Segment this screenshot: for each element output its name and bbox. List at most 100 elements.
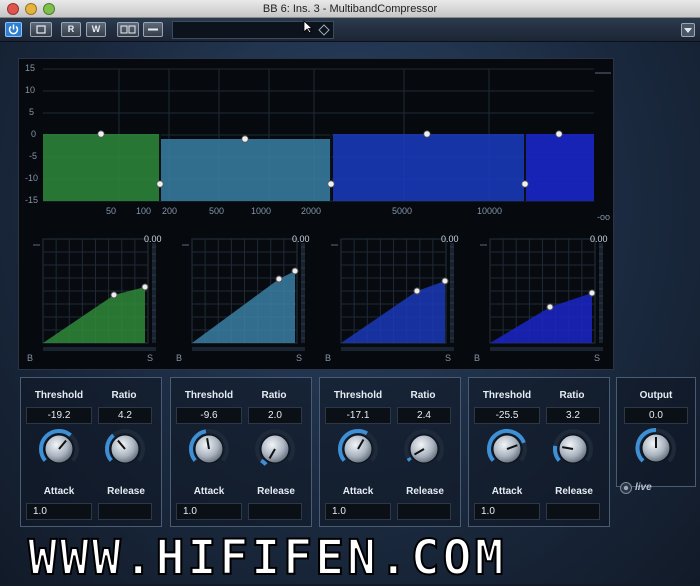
band-4-threshold-label: Threshold [482,390,532,401]
band-1-release-value[interactable] [98,503,152,520]
window-title: BB 6: Ins. 3 - MultibandCompressor [262,3,438,15]
band-1-attack-label: Attack [43,486,75,497]
power-button[interactable] [5,22,22,37]
curve-panel-2 [182,238,305,351]
band-1-ratio-value[interactable]: 4.2 [98,407,152,424]
band-2-threshold-knob[interactable] [184,424,234,474]
band-2-ratio-value[interactable]: 2.0 [248,407,302,424]
curve-panel-3 [331,238,454,351]
band-2-attack-value[interactable]: 1.0 [176,503,242,520]
db-tick: -5 [29,151,38,161]
output-label: Output [639,390,673,401]
freq-tick: 2000 [301,206,322,216]
output-value[interactable]: 0.0 [624,407,688,424]
band-2-ratio-knob[interactable] [250,424,300,474]
band-4-threshold-value[interactable]: -25.5 [474,407,540,424]
compare-button[interactable] [30,22,52,37]
band-3-release-label: Release [406,486,444,497]
frequency-band-display[interactable] [19,59,613,224]
band-4-ratio-value[interactable]: 3.2 [546,407,600,424]
curve-2-left-label: B [176,353,183,363]
output-knob[interactable] [631,423,681,473]
crossover-3-handle[interactable] [521,180,529,188]
diamond-icon [318,24,330,36]
freq-tick: 50 [106,206,117,216]
band-1-ratio-label: Ratio [111,390,137,401]
band-3-ratio-value[interactable]: 2.4 [397,407,451,424]
band-4-threshold-knob[interactable] [482,424,532,474]
power-icon [8,24,19,35]
band-1-release-label: Release [107,486,145,497]
freq-tick: 5000 [392,206,413,216]
plugin-toolbar: R W [0,18,700,42]
band-3-gain-handle[interactable] [423,130,431,138]
display-screen: 15 10 5 0 -5 -10 -15 50 100 200 500 1000… [18,58,614,370]
band-4-release-label: Release [555,486,593,497]
curve-1-left-label: B [27,353,34,363]
band-3-threshold-value[interactable]: -17.1 [325,407,391,424]
crossover-2-handle[interactable] [327,180,335,188]
freq-tick: 10000 [477,206,503,216]
band-1-gain-handle[interactable] [97,130,105,138]
curve-1-peak: 0.00 [144,234,162,244]
band-2-release-value[interactable] [248,503,302,520]
band-1-region[interactable] [43,134,160,201]
band-4-ratio-knob[interactable] [548,424,598,474]
infinity-label: -oo [597,212,611,222]
curve-panel-4 [480,238,603,351]
curve-4-peak: 0.00 [590,234,608,244]
curve-2-right-label: S [296,353,303,363]
freq-tick: 100 [136,206,152,216]
band-4-gain-handle[interactable] [555,130,563,138]
band-1-ratio-knob[interactable] [100,424,150,474]
band-2-region[interactable] [161,139,331,201]
live-label: live [635,482,652,493]
band-1-threshold-label: Threshold [34,390,84,401]
band-4-ratio-label: Ratio [559,390,585,401]
crossover-1-handle[interactable] [156,180,164,188]
live-toggle-icon[interactable] [619,481,633,495]
compare-icon [36,25,46,34]
curve-2-peak: 0.00 [292,234,310,244]
db-tick: 5 [29,107,35,117]
band-3-threshold-label: Threshold [333,390,383,401]
read-icon: R [67,24,75,34]
ab-icon [120,25,136,34]
settings-dropdown-button[interactable] [681,23,695,37]
band-3-release-value[interactable] [397,503,451,520]
preset-menu-button[interactable] [143,22,163,37]
band-3-region[interactable] [333,134,526,201]
freq-tick: 200 [162,206,178,216]
band-4-attack-label: Attack [491,486,523,497]
freq-tick: 1000 [251,206,272,216]
curve-3-peak: 0.00 [441,234,459,244]
read-automation-button[interactable]: R [61,22,81,37]
curve-3-left-label: B [325,353,332,363]
band-1-threshold-value[interactable]: -19.2 [26,407,92,424]
band-2-gain-handle[interactable] [241,135,249,143]
band-4-attack-value[interactable]: 1.0 [474,503,540,520]
band-2-threshold-value[interactable]: -9.6 [176,407,242,424]
band-2-ratio-label: Ratio [261,390,287,401]
db-tick: 0 [31,129,37,139]
compression-curves [33,238,603,351]
db-tick: 10 [25,85,36,95]
band-1-threshold-knob[interactable] [34,424,84,474]
settings-dropdown-icon [684,28,692,33]
band-3-threshold-knob[interactable] [333,424,383,474]
db-tick: -10 [25,173,39,183]
band-4-release-value[interactable] [546,503,600,520]
ab-compare-button[interactable] [117,22,139,37]
band-3-ratio-label: Ratio [410,390,436,401]
curve-4-left-label: B [474,353,481,363]
band-1-attack-value[interactable]: 1.0 [26,503,92,520]
band-3-attack-value[interactable]: 1.0 [325,503,391,520]
write-automation-button[interactable]: W [86,22,106,37]
curve-4-right-label: S [594,353,601,363]
curve-3-right-label: S [445,353,452,363]
window-titlebar: BB 6: Ins. 3 - MultibandCompressor [0,0,700,18]
band-3-ratio-knob[interactable] [399,424,449,474]
curve-panel-1 [33,238,156,351]
watermark-text: WWW.HIFIFEN.COM [27,530,507,586]
band-4-region[interactable] [526,134,594,201]
